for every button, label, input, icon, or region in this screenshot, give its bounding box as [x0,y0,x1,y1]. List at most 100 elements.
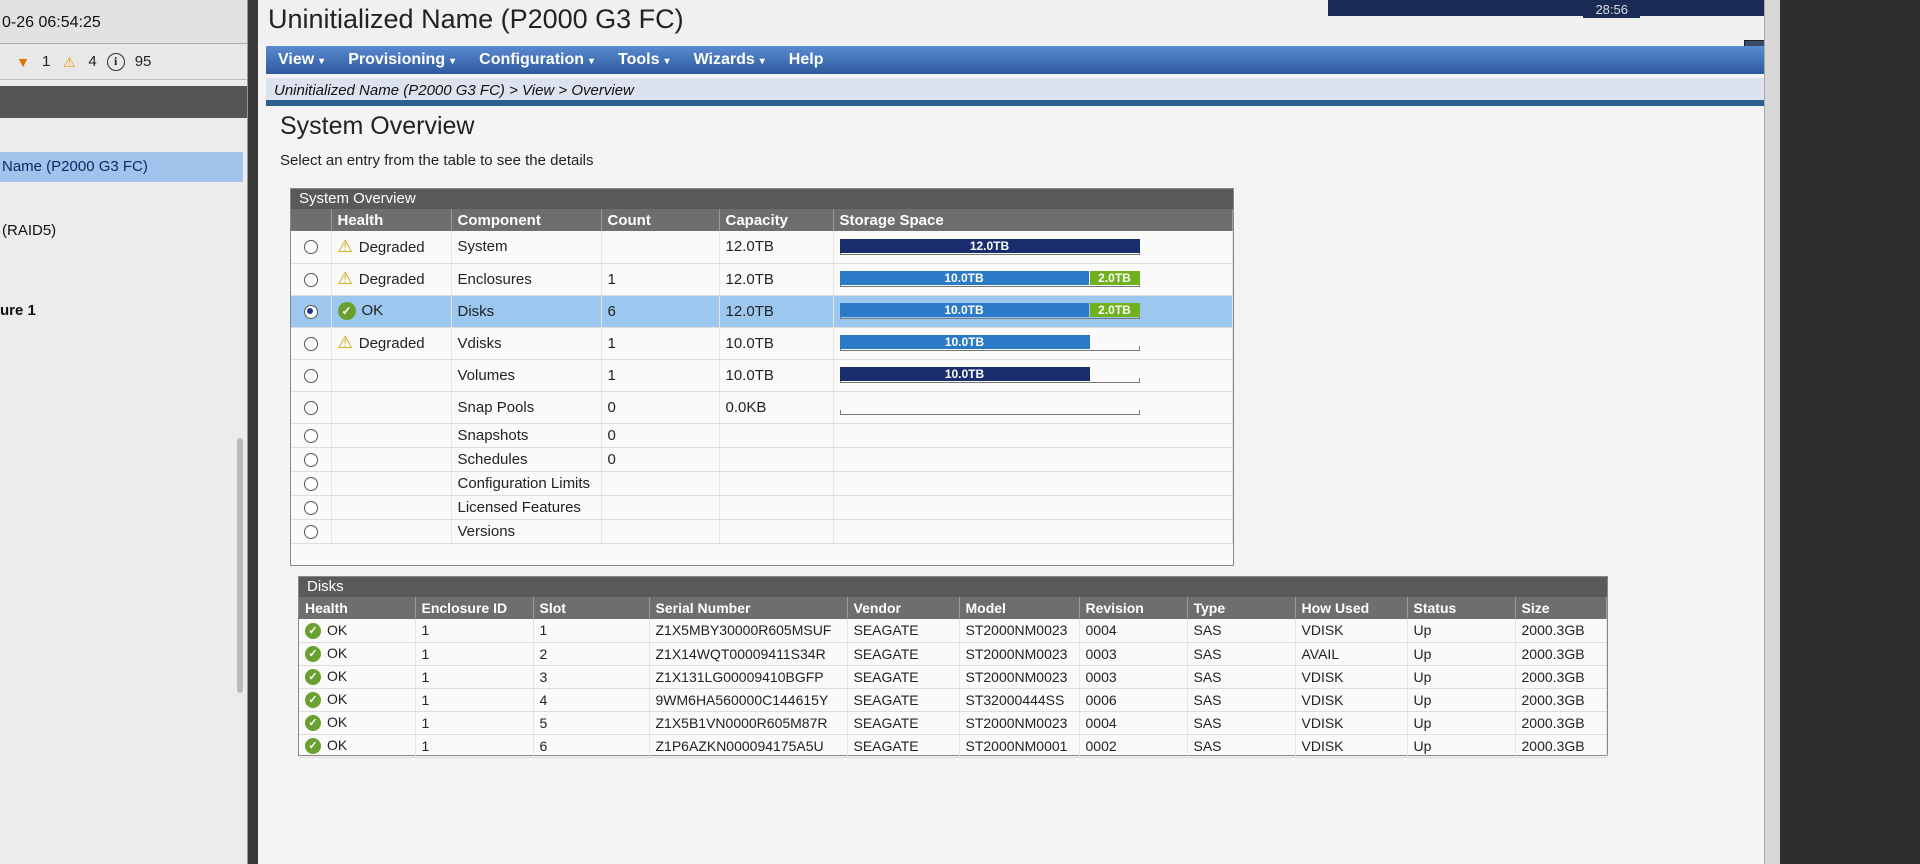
menu-view[interactable]: View ▾ [266,51,336,69]
select-cell[interactable] [291,519,332,544]
col-vendor[interactable]: Vendor [847,597,960,619]
disk-cell-revision: 0003 [1079,642,1188,666]
disk-cell-revision: 0002 [1079,734,1188,758]
main-panel: 28:56 Uninitialized Name (P2000 G3 FC) ?… [258,0,1780,864]
tree-node-vdisk[interactable]: (RAID5) [2,222,56,239]
disk-cell-status: Up [1407,711,1516,735]
col-size[interactable]: Size [1515,597,1607,619]
col-health[interactable]: Health [331,209,452,231]
menu-label: Configuration [479,51,585,68]
cell-text: 2000.3GB [1521,622,1585,639]
select-cell[interactable] [291,447,332,472]
select-cell[interactable] [291,471,332,496]
row-radio[interactable] [303,336,318,351]
count-cell: 6 [601,295,720,328]
menu-wizards[interactable]: Wizards ▾ [682,51,777,69]
cell-text: 1 [539,622,548,639]
cell-text: VDISK [1301,691,1344,708]
info-count: 95 [134,53,152,70]
capacity-cell [719,519,834,544]
disk-row[interactable]: ✓ OK 1 5 Z1X5B1VN0000R605M87R SEAGATE ST2000NM… [299,711,1607,735]
cell-text: 0004 [1085,714,1117,731]
row-radio[interactable] [303,428,318,443]
menu-configuration[interactable]: Configuration ▾ [467,51,606,69]
disk-row[interactable]: ✓ OK 1 3 Z1X131LG00009410BGFP SEAGATE ST2000NM… [299,665,1607,689]
col-revision[interactable]: Revision [1079,597,1188,619]
disk-row[interactable]: ✓ OK 1 6 Z1P6AZKN000094175A5U SEAGATE ST2000NM… [299,734,1607,758]
cell-text: VDISK [1301,714,1344,731]
select-cell[interactable] [291,231,332,264]
alert-summary[interactable]: ▼ 1 ⚠ 4 i 95 [0,44,247,80]
critical-alert-icon: ▼ [16,53,30,70]
col-count[interactable]: Count [601,209,720,231]
cell-text: ST2000NM0023 [965,645,1068,662]
overview-row-versions[interactable]: Versions [291,519,1233,544]
select-cell[interactable] [291,295,332,328]
overview-row-system[interactable]: ⚠ Degraded System 12.0TB 12.0TB [291,231,1233,264]
select-cell[interactable] [291,391,332,424]
col-component[interactable]: Component [451,209,602,231]
overview-row-enclosures[interactable]: ⚠ Degraded Enclosures 1 12.0TB 10.0TB 2.0TB [291,263,1233,296]
cell-text: Z1X14WQT00009411S34R [655,645,826,662]
menu-help[interactable]: Help [777,51,836,69]
select-cell[interactable] [291,423,332,448]
row-radio[interactable] [303,500,318,515]
ok-icon: ✓ [337,302,356,321]
capacity-cell [719,447,834,472]
cell-text: 1 [421,691,430,708]
overview-row-volumes[interactable]: Volumes 1 10.0TB 10.0TB [291,359,1233,392]
count-cell: 1 [601,327,720,360]
tree-node-enclosure[interactable]: ure 1 [0,302,36,319]
cell-text: 1 [421,737,430,754]
col-type[interactable]: Type [1187,597,1296,619]
overview-row-schedules[interactable]: Schedules 0 [291,447,1233,472]
cell-text: SAS [1193,645,1222,662]
col-model[interactable]: Model [959,597,1080,619]
overview-row-licensed-features[interactable]: Licensed Features [291,495,1233,520]
clock: 28:56 [1583,2,1640,18]
overview-row-snap-pools[interactable]: Snap Pools 0 0.0KB [291,391,1233,424]
disk-row[interactable]: ✓ OK 1 2 Z1X14WQT00009411S34R SEAGATE ST2000NM… [299,642,1607,666]
capacity-cell: 12.0TB [719,231,834,264]
capacity-cell [719,471,834,496]
row-radio[interactable] [303,476,318,491]
col-status[interactable]: Status [1407,597,1516,619]
select-cell[interactable] [291,263,332,296]
row-radio[interactable] [303,524,318,539]
col-how-used[interactable]: How Used [1295,597,1408,619]
row-radio[interactable] [303,240,318,255]
select-cell[interactable] [291,327,332,360]
col-health[interactable]: Health [299,597,416,619]
menu-provisioning[interactable]: Provisioning ▾ [336,51,467,69]
disk-cell-size: 2000.3GB [1515,665,1607,689]
component-cell: Configuration Limits [451,471,602,496]
col-storage-space[interactable]: Storage Space [833,209,1233,231]
count-cell [601,495,720,520]
cell-text: Up [1413,622,1432,639]
select-cell[interactable] [291,359,332,392]
disk-row[interactable]: ✓ OK 1 1 Z1X5MBY30000R605MSUF SEAGATE ST2000NM… [299,619,1607,643]
col-slot[interactable]: Slot [533,597,650,619]
disk-cell-serial-number: Z1X131LG00009410BGFP [649,665,848,689]
menu-label: Provisioning [348,51,446,68]
disk-row[interactable]: ✓ OK 1 4 9WM6HA560000C144615Y SEAGATE ST320004… [299,688,1607,712]
row-radio[interactable] [303,400,318,415]
row-radio[interactable] [303,304,318,319]
cell-text: ST2000NM0001 [965,737,1068,754]
overview-row-snapshots[interactable]: Snapshots 0 [291,423,1233,448]
overview-row-vdisks[interactable]: ⚠ Degraded Vdisks 1 10.0TB 10.0TB [291,327,1233,360]
sidebar-scrollbar[interactable] [237,438,243,693]
tree-node-system[interactable]: Name (P2000 G3 FC) [0,152,243,182]
overview-row-disks[interactable]: ✓ OK Disks 6 12.0TB 10.0TB 2.0TB [291,295,1233,328]
row-radio[interactable] [303,368,318,383]
select-cell[interactable] [291,495,332,520]
menu-tools[interactable]: Tools ▾ [606,51,682,69]
disk-cell-health: ✓ OK [299,665,416,689]
col-capacity[interactable]: Capacity [719,209,834,231]
overview-row-configuration-limits[interactable]: Configuration Limits [291,471,1233,496]
col-enclosure-id[interactable]: Enclosure ID [415,597,534,619]
row-radio[interactable] [303,452,318,467]
row-radio[interactable] [303,272,318,287]
cell-text: Z1X5B1VN0000R605M87R [655,714,828,731]
col-serial-number[interactable]: Serial Number [649,597,848,619]
